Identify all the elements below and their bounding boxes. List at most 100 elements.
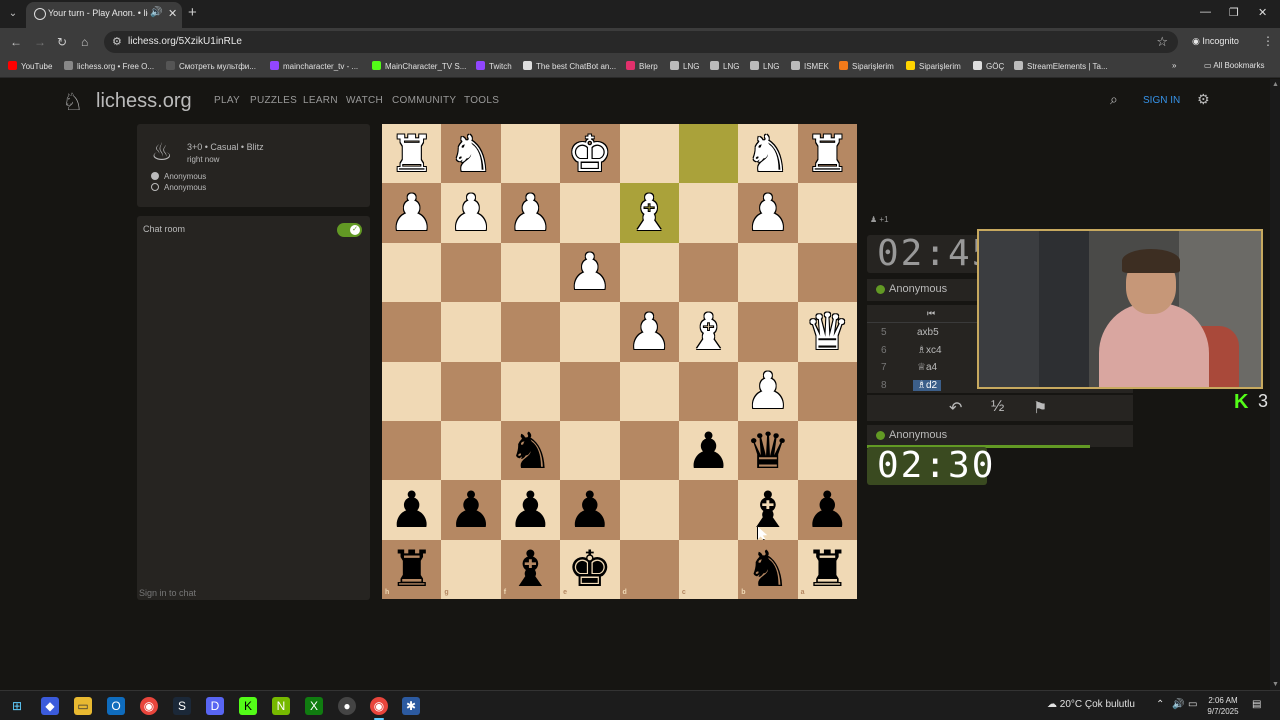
bookmark-item[interactable]: Siparişlerim	[906, 61, 961, 71]
white-rook-icon[interactable]: ♜	[382, 124, 441, 183]
board-square[interactable]	[441, 539, 501, 599]
chat-input[interactable]: Sign in to chat	[139, 588, 368, 604]
bookmark-item[interactable]: LNG	[670, 61, 699, 71]
board-square[interactable]	[797, 242, 857, 303]
white-pawn-icon[interactable]: ♟	[382, 183, 441, 242]
back-icon[interactable]: ←	[10, 35, 22, 49]
board-square[interactable]	[678, 183, 739, 243]
scroll-down-icon[interactable]: ▼	[1272, 681, 1279, 688]
bookmark-item[interactable]: LNG	[750, 61, 779, 71]
audio-icon[interactable]: 🔊	[150, 7, 162, 18]
kick-app-icon[interactable]: K	[239, 697, 257, 715]
black-pawn-icon[interactable]: ♟	[798, 480, 857, 539]
maximize-icon[interactable]: ❐	[1229, 6, 1239, 19]
black-knight-icon[interactable]: ♞	[501, 421, 560, 480]
bookmark-item[interactable]: GÖÇ	[973, 61, 1004, 71]
board-square[interactable]	[619, 124, 679, 184]
bookmark-item[interactable]: Siparişlerim	[839, 61, 894, 71]
app-icon[interactable]: ✱	[402, 697, 420, 715]
board-square[interactable]	[382, 242, 442, 303]
white-knight-icon[interactable]: ♞	[738, 124, 797, 183]
bookmark-item[interactable]: YouTube	[8, 61, 52, 71]
resign-flag-icon[interactable]: ⚑	[1033, 398, 1047, 418]
bookmark-star-icon[interactable]: ☆	[1156, 34, 1168, 50]
white-king-icon[interactable]: ♚	[560, 124, 619, 183]
white-pawn-icon[interactable]: ♟	[620, 302, 679, 361]
notification-icon[interactable]: ▤	[1252, 699, 1261, 710]
board-square[interactable]	[619, 480, 679, 540]
sign-in-link[interactable]: SIGN IN	[1143, 95, 1180, 106]
white-bishop-icon[interactable]: ♝	[679, 302, 738, 361]
chrome-icon[interactable]: ◉	[140, 697, 158, 715]
incognito-indicator[interactable]: ◉ Incognito	[1192, 36, 1239, 47]
clock[interactable]: 2:06 AM 9/7/2025	[1203, 695, 1243, 717]
bookmark-item[interactable]: StreamElements | Ta...	[1014, 61, 1108, 71]
page-scrollbar[interactable]: ▲ ▼	[1270, 79, 1280, 690]
board-square[interactable]	[738, 242, 798, 303]
black-pawn-icon[interactable]: ♟	[560, 480, 619, 539]
board-square[interactable]	[441, 242, 501, 303]
nav-play[interactable]: PLAY	[214, 95, 240, 106]
browser-tab[interactable]: Your turn - Play Anon. • lich 🔊 ✕	[26, 2, 182, 28]
nav-learn[interactable]: LEARN	[303, 95, 338, 106]
forward-icon[interactable]: →	[34, 35, 46, 49]
settings-gear-icon[interactable]: ⚙	[1197, 91, 1210, 108]
board-square[interactable]	[619, 539, 679, 599]
board-square[interactable]	[678, 242, 739, 303]
obs-icon[interactable]: ●	[338, 697, 356, 715]
black-pawn-icon[interactable]: ♟	[441, 480, 500, 539]
steam-icon[interactable]: S	[173, 697, 191, 715]
white-pawn-icon[interactable]: ♟	[441, 183, 500, 242]
nvidia-icon[interactable]: N	[272, 697, 290, 715]
black-bishop-icon[interactable]: ♝	[501, 540, 560, 599]
minimize-icon[interactable]: —	[1200, 6, 1211, 18]
my-player[interactable]: Anonymous	[867, 425, 1133, 447]
search-icon[interactable]: ⌕	[1110, 91, 1118, 108]
home-icon[interactable]: ⌂	[81, 35, 88, 49]
weather-widget[interactable]: ☁ 20°C Çok bulutlu	[1047, 699, 1135, 710]
bookmark-item[interactable]: Blerp	[626, 61, 658, 71]
xbox-icon[interactable]: X	[305, 697, 323, 715]
scroll-up-icon[interactable]: ▲	[1272, 81, 1279, 88]
move-san[interactable]: ♗xc4	[917, 345, 942, 356]
tab-search-icon[interactable]: ⌄	[4, 5, 22, 23]
black-bishop-icon[interactable]: ♝	[738, 480, 797, 539]
bookmark-item[interactable]: Смотреть мультфи...	[166, 61, 256, 71]
board-square[interactable]	[619, 361, 679, 421]
board-square[interactable]	[678, 124, 739, 184]
white-knight-icon[interactable]: ♞	[441, 124, 500, 183]
chess-board[interactable]: ♜ ♞ ♚ ♞ ♜ 1 ♟ ♟ ♟ ♝ ♟ 2 ♟ 3 ♟ ♝ ♛ 4 ♟ 5 ♞ ♟ ♛ 6 ♟ ♟ ♟ ♟ ♝ ♟ 7 ♜ ♝ ♚ ♞ ♜ 8 h g f…	[382, 124, 857, 599]
bookmark-item[interactable]: LNG	[710, 61, 739, 71]
network-icon[interactable]: ▭	[1188, 699, 1197, 710]
black-pawn-icon[interactable]: ♟	[382, 480, 441, 539]
white-rook-icon[interactable]: ♜	[798, 124, 857, 183]
black-king-icon[interactable]: ♚	[560, 540, 619, 599]
url-text[interactable]: lichess.org/5XzikU1inRLe	[128, 36, 242, 47]
bookmark-item[interactable]: The best ChatBot an...	[523, 61, 616, 71]
file-explorer-icon[interactable]: ▭	[74, 697, 92, 715]
copilot-icon[interactable]: ◆	[41, 697, 59, 715]
board-square[interactable]	[500, 242, 561, 303]
nav-community[interactable]: COMMUNITY	[392, 95, 456, 106]
first-move-icon[interactable]: ⏮	[927, 308, 935, 319]
board-square[interactable]	[382, 420, 442, 481]
white-pawn-icon[interactable]: ♟	[501, 183, 560, 242]
black-pawn-icon[interactable]: ♟	[679, 421, 738, 480]
tray-chevron-icon[interactable]: ⌃	[1156, 699, 1164, 710]
board-square[interactable]	[560, 420, 620, 481]
board-square[interactable]	[678, 539, 739, 599]
board-square[interactable]	[797, 183, 857, 243]
white-player-entry[interactable]: Anonymous	[151, 172, 206, 181]
discord-icon[interactable]: D	[206, 697, 224, 715]
address-bar[interactable]: ⚙ lichess.org/5XzikU1inRLe ☆	[104, 31, 1178, 53]
volume-icon[interactable]: 🔊	[1172, 699, 1184, 710]
board-square[interactable]	[797, 420, 857, 481]
board-square[interactable]	[500, 124, 561, 184]
site-info-icon[interactable]: ⚙	[112, 35, 122, 48]
nav-watch[interactable]: WATCH	[346, 95, 383, 106]
reload-icon[interactable]: ↻	[57, 35, 67, 49]
move-san[interactable]: ♗d2	[913, 379, 942, 391]
board-square[interactable]	[619, 242, 679, 303]
bookmarks-overflow-icon[interactable]: »	[1172, 61, 1176, 70]
bookmark-item[interactable]: Twitch	[476, 61, 512, 71]
